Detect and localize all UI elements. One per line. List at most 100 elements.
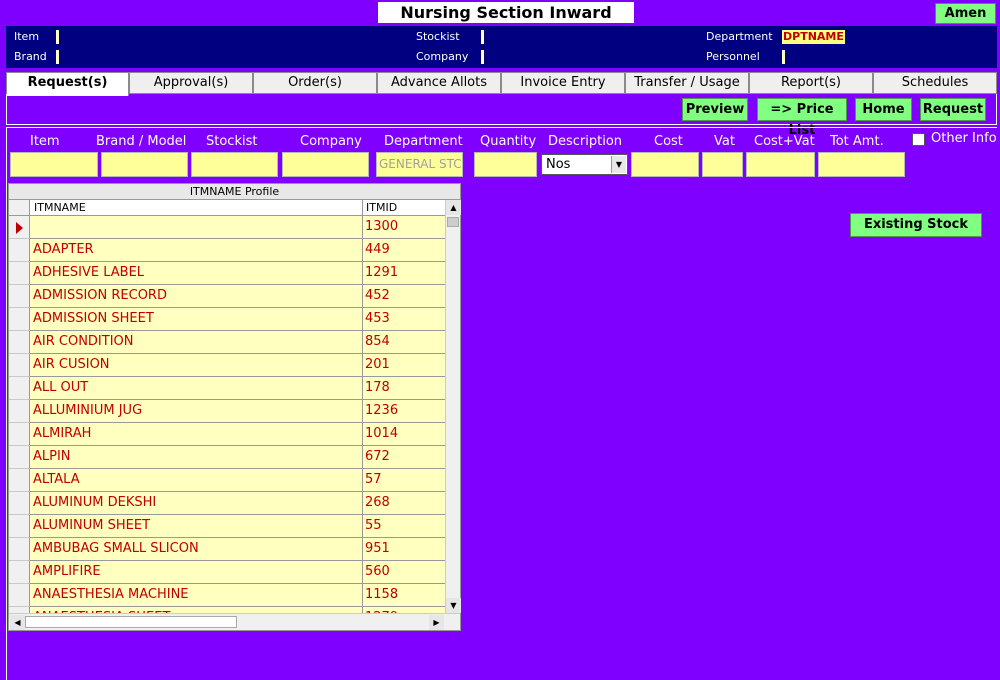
cell-itmid[interactable]: 560 [363, 561, 445, 584]
table-row[interactable]: ALL OUT 178 [9, 377, 445, 400]
row-selector[interactable] [9, 354, 30, 377]
cell-itmname[interactable]: ALLUMINIUM JUG [30, 400, 363, 423]
item-input[interactable] [10, 152, 98, 177]
table-row[interactable]: ADAPTER 449 [9, 239, 445, 262]
cell-itmid[interactable]: 951 [363, 538, 445, 561]
home-button[interactable]: Home [855, 98, 912, 121]
cell-itmname[interactable]: ALTALA [30, 469, 363, 492]
row-selector[interactable] [9, 469, 30, 492]
row-selector[interactable] [9, 308, 30, 331]
preview-button[interactable]: Preview [682, 98, 748, 121]
row-selector[interactable] [9, 285, 30, 308]
cell-itmname[interactable]: ADMISSION SHEET [30, 308, 363, 331]
table-row[interactable]: AMBUBAG SMALL SLICON 951 [9, 538, 445, 561]
horizontal-scrollbar[interactable]: ◀ ▶ [9, 613, 460, 630]
cell-itmid[interactable]: 57 [363, 469, 445, 492]
row-selector[interactable] [9, 377, 30, 400]
cell-itmid[interactable]: 1291 [363, 262, 445, 285]
vertical-scrollbar[interactable]: ▲ ▼ [445, 200, 461, 613]
column-header-itmname[interactable]: ITMNAME [31, 200, 363, 215]
cell-itmid[interactable]: 1236 [363, 400, 445, 423]
cell-itmname[interactable]: ALMIRAH [30, 423, 363, 446]
vat-input[interactable] [702, 152, 743, 177]
row-selector[interactable] [9, 331, 30, 354]
tab-transfer-usage[interactable]: Transfer / Usage [625, 72, 749, 94]
table-row[interactable]: ADMISSION RECORD 452 [9, 285, 445, 308]
existing-stock-button[interactable]: Existing Stock [850, 213, 982, 237]
cell-itmname[interactable]: AMBUBAG SMALL SLICON [30, 538, 363, 561]
row-selector[interactable] [9, 561, 30, 584]
quantity-input[interactable] [474, 152, 537, 177]
department-input[interactable]: GENERAL STC [376, 152, 463, 177]
cell-itmname[interactable]: ANAESTHESIA MACHINE [30, 584, 363, 607]
cell-itmid[interactable]: 1014 [363, 423, 445, 446]
table-row[interactable]: AMPLIFIRE 560 [9, 561, 445, 584]
request-button[interactable]: Request [920, 98, 986, 121]
vertical-scroll-thumb[interactable] [447, 217, 459, 227]
scroll-right-icon[interactable]: ▶ [429, 615, 444, 630]
row-selector[interactable] [9, 538, 30, 561]
description-select[interactable]: Nos ▼ [541, 154, 628, 175]
cell-itmname[interactable]: ADHESIVE LABEL [30, 262, 363, 285]
row-selector[interactable] [9, 584, 30, 607]
chevron-down-icon[interactable]: ▼ [611, 156, 626, 173]
tab-invoice-entry[interactable]: Invoice Entry [501, 72, 625, 94]
row-selector[interactable] [9, 446, 30, 469]
cell-itmid[interactable]: 201 [363, 354, 445, 377]
cell-itmid[interactable]: 55 [363, 515, 445, 538]
cell-itmname[interactable]: ALUMINUM SHEET [30, 515, 363, 538]
cell-itmname[interactable]: AIR CONDITION [30, 331, 363, 354]
cell-itmname[interactable]: ADMISSION RECORD [30, 285, 363, 308]
cell-itmname[interactable] [30, 216, 363, 239]
table-row[interactable]: ALMIRAH 1014 [9, 423, 445, 446]
cell-itmid[interactable]: 1300 [363, 216, 445, 239]
cell-itmname[interactable]: ALPIN [30, 446, 363, 469]
cell-itmid[interactable]: 449 [363, 239, 445, 262]
cell-itmname[interactable]: ADAPTER [30, 239, 363, 262]
cell-itmid[interactable]: 178 [363, 377, 445, 400]
cell-itmid[interactable]: 268 [363, 492, 445, 515]
amen-button[interactable]: Amen [935, 3, 996, 24]
cell-itmid[interactable]: 672 [363, 446, 445, 469]
table-row[interactable]: 1300 [9, 216, 445, 239]
scroll-up-icon[interactable]: ▲ [446, 200, 461, 215]
table-row[interactable]: ALLUMINIUM JUG 1236 [9, 400, 445, 423]
cell-itmid[interactable]: 1158 [363, 584, 445, 607]
cell-itmname[interactable]: ALUMINUM DEKSHI [30, 492, 363, 515]
company-input[interactable] [282, 152, 369, 177]
table-row[interactable]: ALPIN 672 [9, 446, 445, 469]
cost-vat-input[interactable] [746, 152, 815, 177]
table-row[interactable]: ALTALA 57 [9, 469, 445, 492]
other-info-checkbox[interactable] [912, 133, 925, 146]
stockist-input[interactable] [191, 152, 278, 177]
table-row[interactable]: ANAESTHESIA MACHINE 1158 [9, 584, 445, 607]
brand-input[interactable] [101, 152, 188, 177]
cost-input[interactable] [631, 152, 699, 177]
table-row[interactable]: ADHESIVE LABEL 1291 [9, 262, 445, 285]
cell-itmid[interactable]: 854 [363, 331, 445, 354]
table-row[interactable]: ALUMINUM DEKSHI 268 [9, 492, 445, 515]
tab-approvals[interactable]: Approval(s) [129, 72, 253, 94]
row-selector[interactable] [9, 423, 30, 446]
table-row[interactable]: AIR CUSION 201 [9, 354, 445, 377]
row-selector[interactable] [9, 216, 30, 239]
row-selector[interactable] [9, 400, 30, 423]
tab-orders[interactable]: Order(s) [253, 72, 377, 94]
cell-itmname[interactable]: AIR CUSION [30, 354, 363, 377]
price-list-button[interactable]: => Price List [757, 98, 847, 138]
table-row[interactable]: AIR CONDITION 854 [9, 331, 445, 354]
scroll-down-icon[interactable]: ▼ [446, 598, 461, 613]
cell-itmname[interactable]: AMPLIFIRE [30, 561, 363, 584]
scroll-left-icon[interactable]: ◀ [10, 615, 25, 630]
tab-reports[interactable]: Report(s) [749, 72, 873, 94]
column-header-itmid[interactable]: ITMID [364, 200, 445, 215]
row-selector[interactable] [9, 492, 30, 515]
tab-requests[interactable]: Request(s) [6, 72, 129, 96]
table-row[interactable]: ADMISSION SHEET 453 [9, 308, 445, 331]
tab-schedules[interactable]: Schedules [873, 72, 997, 94]
tab-advance-allots[interactable]: Advance Allots [377, 72, 501, 94]
cell-itmid[interactable]: 452 [363, 285, 445, 308]
cell-itmname[interactable]: ALL OUT [30, 377, 363, 400]
row-selector[interactable] [9, 239, 30, 262]
row-selector[interactable] [9, 515, 30, 538]
